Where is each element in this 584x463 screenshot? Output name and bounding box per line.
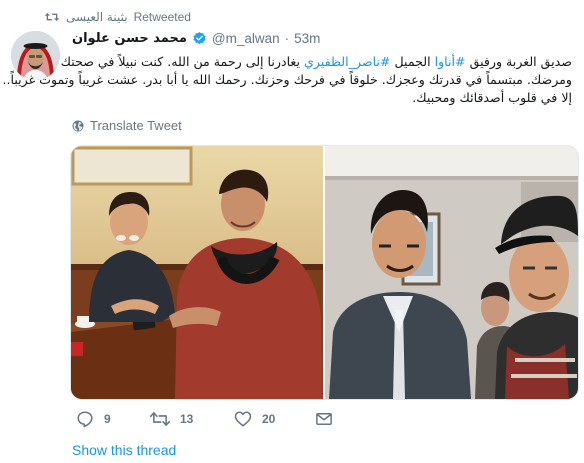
photo-right[interactable] xyxy=(325,146,578,399)
retweet-button[interactable]: 13 xyxy=(150,410,193,428)
tweet-text-segment: يغادرنا إلى رحمة من الله. كنت نبيلاً في … xyxy=(60,54,304,69)
retweet-context: بثينة العيسى Retweeted xyxy=(44,8,191,26)
photo-left[interactable] xyxy=(71,146,323,399)
globe-icon xyxy=(72,120,84,131)
tweet-text-line-3: إلا في قلوب أصدقائك ومحبيك. xyxy=(412,90,572,105)
author-handle[interactable]: @m_alwan xyxy=(212,31,280,46)
reply-icon xyxy=(77,411,93,428)
translate-tweet-label: Translate Tweet xyxy=(90,118,182,133)
tweet-text-segment: صديق الغربة ورفيق xyxy=(465,54,572,69)
tweet-text-segment: الجميل xyxy=(390,54,435,69)
translate-tweet-link[interactable]: Translate Tweet xyxy=(72,118,182,133)
heart-icon xyxy=(234,411,252,427)
header-separator: · xyxy=(284,31,290,46)
retweet-icon xyxy=(150,412,170,426)
reply-count: 9 xyxy=(104,412,111,426)
retweet-context-icon xyxy=(44,13,60,21)
retweeted-label: Retweeted xyxy=(133,10,191,24)
like-button[interactable]: 20 xyxy=(234,410,275,428)
show-thread-link[interactable]: Show this thread xyxy=(72,442,176,458)
tweet-timestamp[interactable]: 53m xyxy=(294,31,320,46)
tweet-text: صديق الغربة ورفيق #أناوا الجميل #ناصر_ال… xyxy=(2,53,573,107)
envelope-icon xyxy=(316,413,332,425)
photo-gallery xyxy=(325,146,578,399)
retweet-count: 13 xyxy=(180,412,194,426)
hashtag-link[interactable]: #أناوا xyxy=(435,54,466,69)
tweet-text-line-2: ومرضك. مبتسماً في قدرتك وعجزك. خلوقاً في… xyxy=(2,72,573,87)
reply-button[interactable]: 9 xyxy=(76,410,111,428)
tweet[interactable]: بثينة العيسى Retweeted محمد حسن علوان @m… xyxy=(0,0,584,463)
author-display-name[interactable]: محمد حسن علوان xyxy=(72,31,187,46)
hashtag-link[interactable]: #ناصر_الظفيري xyxy=(304,54,390,69)
direct-message-button[interactable] xyxy=(315,410,333,428)
tweet-text-line-1: صديق الغربة ورفيق #أناوا الجميل #ناصر_ال… xyxy=(61,53,572,71)
tweet-actions: 9 13 20 xyxy=(72,410,362,432)
like-count: 20 xyxy=(262,412,276,426)
photo-restaurant xyxy=(71,146,323,399)
tweet-header: محمد حسن علوان @m_alwan · 53m xyxy=(72,31,320,46)
verified-badge-icon xyxy=(193,31,206,45)
retweeter-name[interactable]: بثينة العيسى xyxy=(66,10,128,24)
media-grid xyxy=(70,145,579,400)
